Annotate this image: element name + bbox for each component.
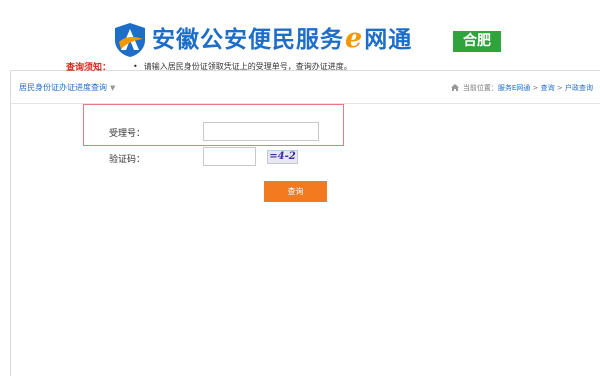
bullet-icon: • xyxy=(133,62,138,71)
notice-text: • 请输入居民身份证领取凭证上的受理单号，查询办证进度。 xyxy=(133,61,352,72)
breadcrumb-separator: > xyxy=(532,84,539,92)
site-title-suffix: 网通 xyxy=(364,27,413,53)
panel-header-bar: 居民身份证办证进度查询 ▼ 当前位置：服务E网通 > 查询 > 户政查询 xyxy=(11,71,600,104)
breadcrumb-link-service[interactable]: 服务E网通 xyxy=(498,84,530,92)
breadcrumb-prefix: 当前位置： xyxy=(462,84,498,92)
captcha-image[interactable]: =4-2 xyxy=(267,150,298,164)
police-shield-logo-icon xyxy=(115,23,145,57)
captcha-input[interactable] xyxy=(203,147,256,166)
breadcrumb: 当前位置：服务E网通 > 查询 > 户政查询 xyxy=(450,83,593,93)
site-title-e-letter: e xyxy=(345,23,364,54)
chevron-down-icon: ▼ xyxy=(110,84,116,92)
home-icon xyxy=(450,84,459,91)
captcha-label: 验证码： xyxy=(109,155,146,165)
receipt-number-input[interactable] xyxy=(203,122,319,141)
panel-title-dropdown[interactable]: 居民身份证办证进度查询 ▼ xyxy=(19,82,115,93)
panel-title-label: 居民身份证办证进度查询 xyxy=(19,83,107,92)
notice-message: 请输入居民身份证领取凭证上的受理单号，查询办证进度。 xyxy=(143,62,352,71)
query-button[interactable]: 查询 xyxy=(264,181,327,202)
breadcrumb-link-household[interactable]: 户政查询 xyxy=(565,84,593,92)
site-title: 安徽公安便民服务e网通 xyxy=(152,24,412,55)
breadcrumb-link-query[interactable]: 查询 xyxy=(541,84,555,92)
city-badge: 合肥 xyxy=(453,31,501,52)
notice-label: 查询须知： xyxy=(66,63,112,73)
site-title-main: 安徽公安便民服务 xyxy=(152,27,344,53)
receipt-number-label: 受理号： xyxy=(109,129,146,139)
breadcrumb-separator: > xyxy=(556,84,563,92)
